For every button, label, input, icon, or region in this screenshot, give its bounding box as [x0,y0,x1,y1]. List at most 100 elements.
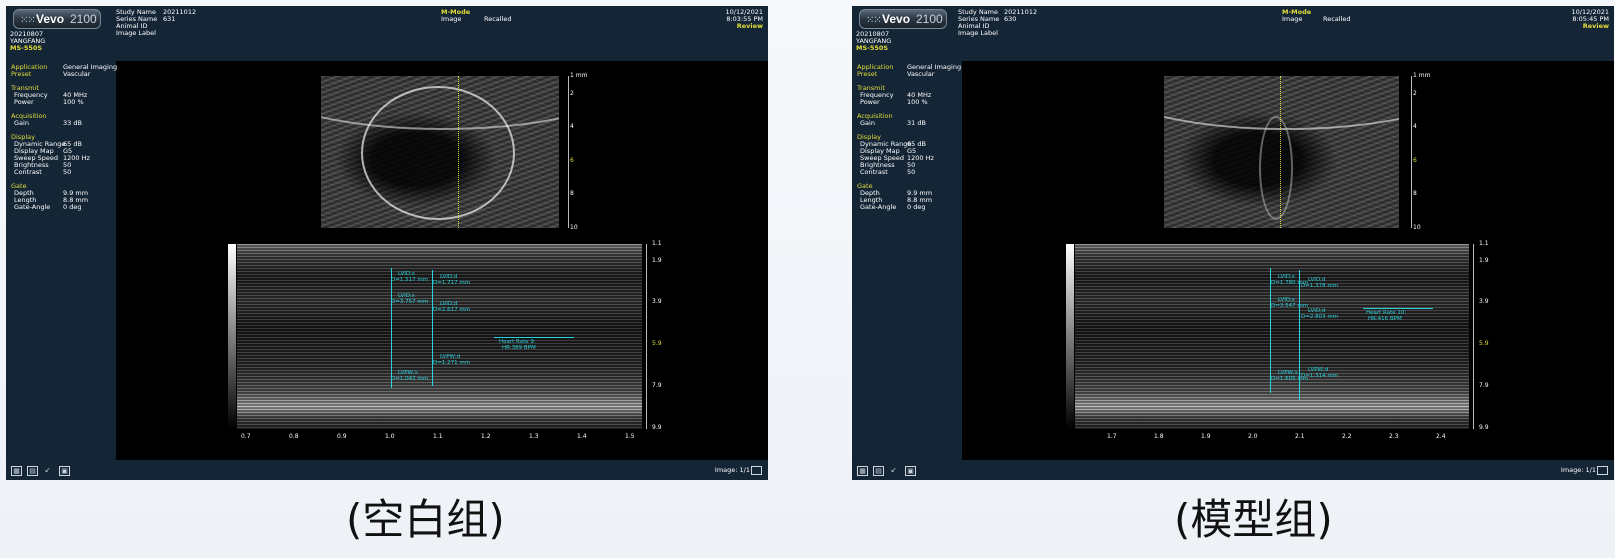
gain-value: 33 dB [63,119,82,127]
vevo-logo: ⁙⁙ Vevo 2100 [859,9,947,29]
gate-angle-value: 0 deg [63,203,82,211]
logo-dots-icon: ⁙⁙ [866,15,882,26]
heart-rate-line[interactable] [494,337,574,338]
measure-tool-icon[interactable]: ↙ [43,466,52,474]
settings-sidebar: Application General Imaging Preset Vascu… [6,61,117,460]
time-axis-label: 1.7 [1107,433,1117,440]
image-view-icon[interactable]: ▣ [59,466,70,476]
mmode-trace [1075,244,1469,429]
image-count: Image: 1/1 [1560,466,1596,474]
mmode-scale-label: 9.9 [652,424,662,431]
measure-value: D=2.617 mm [433,307,471,313]
mmode-scale-label: 7.9 [652,382,662,389]
measure-value: D=1.717 mm [433,280,471,286]
image-label-label: Image Label [116,29,156,37]
preset-value: Vascular [907,70,935,78]
image-view-icon[interactable]: ▣ [905,466,916,476]
bmode-image [321,76,559,228]
film-icon[interactable] [751,466,762,475]
mmode-scale-label: 9.9 [1479,424,1489,431]
review-button[interactable]: Review [1583,23,1609,30]
time-axis-label: 2.1 [1295,433,1305,440]
vevo-logo: ⁙⁙ Vevo 2100 [13,9,101,29]
review-button[interactable]: Review [737,23,763,30]
layout-icon[interactable]: ▦ [11,466,22,476]
bmode-depth-scale [1411,76,1412,228]
heart-rate-line[interactable] [1363,308,1433,309]
mmode-scale-label: 5.9 [652,340,662,347]
time-axis-label: 2.0 [1248,433,1258,440]
gate-angle-value: 0 deg [907,203,926,211]
logo-brand: Vevo [36,12,65,26]
mmode-scale-label: 1.9 [1479,257,1489,264]
mmode-cursor-line[interactable] [1280,76,1281,228]
bmode-scale-label: 6 [570,157,574,164]
measure-value: D=1.314 mm [1301,373,1339,379]
mmode-scale-label: 5.9 [1479,340,1489,347]
bmode-scale-label: 10 [1413,224,1421,231]
image-label-label: Image Label [958,29,998,37]
preset-value: Vascular [63,70,91,78]
logo-model: 2100 [70,12,97,26]
image-status: Recalled [484,15,512,23]
mmode-cursor-line[interactable] [458,76,459,228]
report-icon[interactable]: ▤ [873,466,884,476]
bmode-scale-label: 6 [1413,157,1417,164]
bmode-scale-label: 4 [570,123,574,130]
gate-angle-label: Gate-Angle [14,203,51,211]
time-axis-label: 1.4 [577,433,587,440]
mmode-scale-label: 1.1 [652,240,662,247]
time-axis-label: 2.3 [1389,433,1399,440]
power-value: 100 % [63,98,84,106]
measure-value: D=2.803 mm [1301,314,1339,320]
heart-rate-value: HR:389 BPM [502,345,536,351]
mmode-scale-label: 7.9 [1479,382,1489,389]
time-axis-label: 1.9 [1201,433,1211,440]
grayscale-bar [228,244,236,429]
time-axis-label: 2.2 [1342,433,1352,440]
measure-value: D=1.378 mm [1301,283,1339,289]
measure-line-systole[interactable] [391,268,392,388]
time-axis-label: 1.5 [625,433,635,440]
time-axis-label: 1.2 [481,433,491,440]
header-bar: ⁙⁙ Vevo 2100 20210807 YANGFANG MS-550S S… [852,6,1614,61]
mmode-depth-scale [646,244,647,429]
time-axis-label: 1.8 [1154,433,1164,440]
mmode-scale-label: 1.9 [652,257,662,264]
image-count: Image: 1/1 [714,466,750,474]
heart-rate-value: HR:416 BPM [1368,316,1402,322]
gain-label: Gain [860,119,875,127]
preset-label: Preset [11,70,32,78]
contrast-value: 50 [63,168,72,176]
grayscale-bar [1066,244,1074,429]
image-label: Image [441,15,462,23]
probe-name: MS-550S [10,44,43,52]
bottom-toolbar: ▦ ▤ ↙ ▣ Image: 1/1 [852,460,1614,480]
report-icon[interactable]: ▤ [27,466,38,476]
measure-line-systole[interactable] [1270,268,1271,393]
caption-control-group: (空白组) [346,495,505,544]
bmode-scale-label: 1 mm [1413,72,1431,79]
time-axis-label: 1.1 [433,433,443,440]
mmode-depth-scale [1473,244,1474,429]
contrast-label: Contrast [860,168,888,176]
film-icon[interactable] [1597,466,1608,475]
logo-dots-icon: ⁙⁙ [20,15,36,26]
measure-value: D=3.547 mm [1271,303,1309,309]
bmode-depth-scale [568,76,569,228]
measure-line-diastole[interactable] [432,270,433,386]
measure-value: D=3.757 mm [391,299,429,305]
measure-tool-icon[interactable]: ↙ [889,466,898,474]
mmode-scale-label: 3.9 [1479,298,1489,305]
power-label: Power [860,98,880,106]
gain-label: Gain [14,119,29,127]
time-axis-label: 1.3 [529,433,539,440]
bmode-scale-label: 2 [1413,90,1417,97]
preset-label: Preset [857,70,878,78]
probe-name: MS-550S [856,44,889,52]
layout-icon[interactable]: ▦ [857,466,868,476]
gain-value: 31 dB [907,119,926,127]
bmode-scale-label: 10 [570,224,578,231]
image-label: Image [1282,15,1303,23]
bmode-image [1164,76,1399,228]
